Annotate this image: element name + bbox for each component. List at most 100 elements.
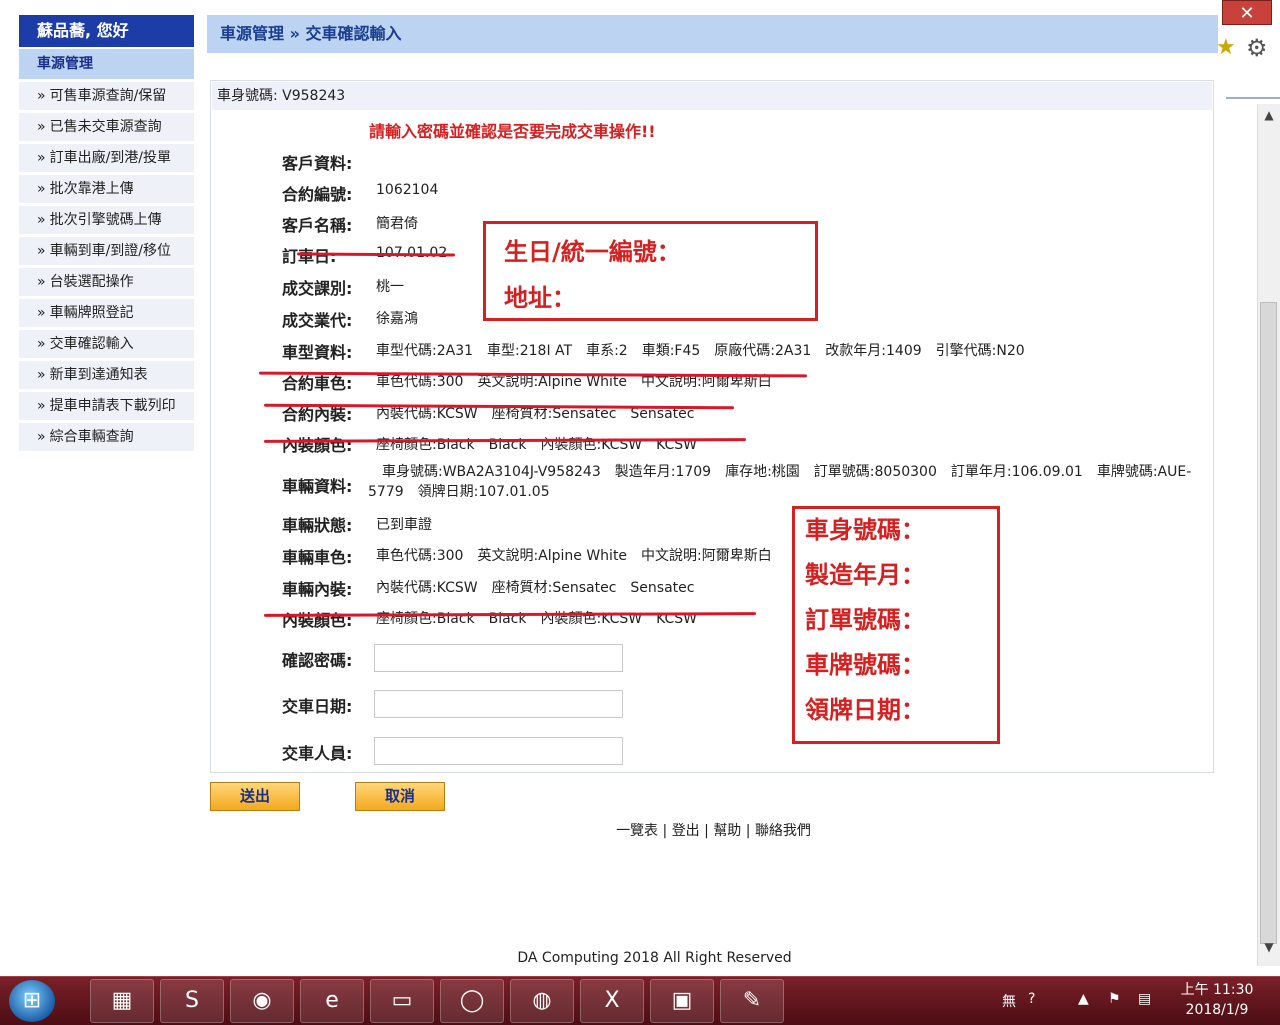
explorer-icon[interactable]: ▦ [90,979,154,1023]
sidebar-item-pickup-download[interactable]: » 提車申請表下載列印 [19,392,194,420]
model-info-label: 車型資料: [282,343,353,362]
folder-icon[interactable]: ▭ [370,979,434,1023]
interior-color2-value: 座椅顏色:Black Black 內裝顏色:KCSW KCSW [376,611,698,627]
skype-icon[interactable]: S [160,979,224,1023]
content-panel [210,80,1214,773]
deal-agent-label: 成交業代: [282,311,353,330]
sidebar-item-label: 批次引擎號碼上傳 [49,212,162,228]
sidebar-item-available-query[interactable]: » 可售車源查詢/保留 [19,82,194,110]
favorites-star-icon[interactable]: ★ [1216,35,1236,60]
photos-icon[interactable]: ▣ [650,979,714,1023]
sidebar-item-label: 訂車出廠/到港/投單 [49,150,172,166]
annotation-birthday-id: 生日/統一編號： [504,238,681,266]
sidebar-item-sold-undelivered[interactable]: » 已售未交車源查詢 [19,113,194,141]
chevron-right-icon: » [37,243,46,259]
sidebar-item-label: 提車申請表下載列印 [49,398,176,414]
contract-no-value: 1062104 [376,182,439,198]
contract-no-label: 合約編號: [282,185,353,204]
sidebar-item-arrival-notice[interactable]: » 新車到達通知表 [19,361,194,389]
sidebar-item-batch-engine-upload[interactable]: » 批次引擎號碼上傳 [19,206,194,234]
chevron-right-icon: » [37,119,46,135]
clock-time: 上午 11:30 [1180,982,1254,998]
breadcrumb: 車源管理 » 交車確認輸入 [207,15,1218,53]
footer-link-logout[interactable]: 登出 [672,823,700,839]
vehicle-interior-label: 車輛內裝: [282,580,353,599]
sidebar-item-vehicle-query[interactable]: » 綜合車輛查詢 [19,423,194,451]
gear-icon[interactable]: ⚙ [1246,34,1268,62]
interior-color-label: 內裝顏色: [282,436,353,455]
sidebar-item-vehicle-arrival[interactable]: » 車輛到車/到證/移位 [19,237,194,265]
sidebar-item-label: 新車到達通知表 [49,367,148,383]
password-input[interactable] [374,644,623,672]
model-info-value: 車型代碼:2A31 車型:218I AT 車系:2 車類:F45 原廠代碼:2A… [376,343,1025,359]
scroll-up-arrow-icon[interactable]: ▲ [1258,108,1280,130]
submit-button[interactable]: 送出 [210,782,300,811]
line-icon[interactable]: ◍ [510,979,574,1023]
chevron-right-icon: » [37,305,46,321]
annotation-manufacture-date: 製造年月： [805,561,925,589]
annotation-address: 地址： [504,284,576,312]
sidebar-item-label: 車輛到車/到證/移位 [49,243,172,259]
delivery-date-label: 交車日期: [282,697,353,716]
footer-link-help[interactable]: 幫助 [713,823,741,839]
vehicle-info-label: 車輛資料: [282,477,353,496]
whatsapp-icon[interactable]: ◯ [440,979,504,1023]
cancel-button[interactable]: 取消 [355,782,445,811]
close-window-button[interactable]: ✕ [1222,0,1272,25]
delivery-staff-input[interactable] [374,737,623,765]
sidebar-item-options-install[interactable]: » 台裝選配操作 [19,268,194,296]
footer-separator: | [658,823,672,839]
paint-icon[interactable]: ✎ [720,979,784,1023]
interior-color2-label: 內裝顏色: [282,611,353,630]
footer-separator: | [699,823,714,839]
footer-link-list[interactable]: 一覽表 [616,823,658,839]
sidebar-item-label: 可售車源查詢/保留 [49,88,167,104]
system-clock[interactable]: 上午 11:30 2018/1/9 [1170,980,1264,1020]
chevron-right-icon: » [37,429,46,445]
network-icon[interactable]: ▤ [1138,991,1151,1007]
windows-start-icon[interactable]: ⊞ [9,980,55,1022]
vehicle-status-label: 車輛狀態: [282,516,353,535]
excel-icon[interactable]: X [580,979,644,1023]
vehicle-status-value: 已到車證 [376,517,432,533]
vehicle-color-label: 車輛車色: [282,548,353,567]
vehicle-interior-value: 內裝代碼:KCSW 座椅質材:Sensatec Sensatec [376,580,695,596]
footer-links: 一覽表 | 登出 | 幫助 | 聯絡我們 [0,820,1280,840]
customer-name-value: 簡君倚 [376,216,418,232]
footer-link-contact[interactable]: 聯絡我們 [755,823,811,839]
annotation-vin: 車身號碼： [805,516,925,544]
vin-header: 車身號碼: V958243 [212,82,1212,110]
vehicle-info-value: 車身號碼:WBA2A3104J-V958243 製造年月:1709 庫存地:桃園… [368,464,1192,500]
toolbar-divider [1226,97,1280,99]
annotation-plate-no: 車牌號碼： [805,651,925,679]
sidebar-item-delivery-confirm[interactable]: » 交車確認輸入 [19,330,194,358]
confirm-message: 請輸入密碼並確認是否要完成交車操作!! [369,122,656,141]
chevron-right-icon: » [37,367,46,383]
sidebar-item-label: 批次靠港上傳 [49,181,134,197]
chrome-icon[interactable]: ◉ [230,979,294,1023]
help-icon[interactable]: ? [1028,991,1035,1007]
deal-class-label: 成交課別: [282,279,353,298]
show-hidden-icons-icon[interactable]: ▲ [1078,991,1089,1007]
taskbar: ⊞ ▦ S ◉ e ▭ ◯ ◍ X ▣ ✎ 無 ? ▲ ⚑ ▤ 上午 11:30… [0,976,1280,1025]
sidebar-section-title[interactable]: 車源管理 [19,49,194,79]
sidebar-item-plate-registration[interactable]: » 車輛牌照登記 [19,299,194,327]
chevron-right-icon: » [37,336,46,352]
delivery-date-input[interactable] [374,690,623,718]
password-label: 確認密碼: [282,651,353,670]
chevron-right-icon: » [37,274,46,290]
ime-indicator[interactable]: 無 [1002,991,1016,1011]
chevron-right-icon: » [37,150,46,166]
sidebar-item-order-shipping[interactable]: » 訂車出廠/到港/投單 [19,144,194,172]
scroll-thumb[interactable] [1260,302,1277,944]
customer-name-label: 客戶名稱: [282,216,353,235]
user-greeting: 蘇品蕎, 您好 [19,15,194,47]
annotation-order-no: 訂單號碼： [805,606,925,634]
vehicle-color-value: 車色代碼:300 英文說明:Alpine White 中文說明:阿爾卑斯白 [376,548,772,564]
ie-icon[interactable]: e [300,979,364,1023]
action-center-flag-icon[interactable]: ⚑ [1108,991,1121,1007]
annotation-plate-date: 領牌日期： [805,696,925,724]
sidebar-item-label: 已售未交車源查詢 [49,119,162,135]
sidebar-item-batch-port-upload[interactable]: » 批次靠港上傳 [19,175,194,203]
footer-separator: | [741,823,755,839]
